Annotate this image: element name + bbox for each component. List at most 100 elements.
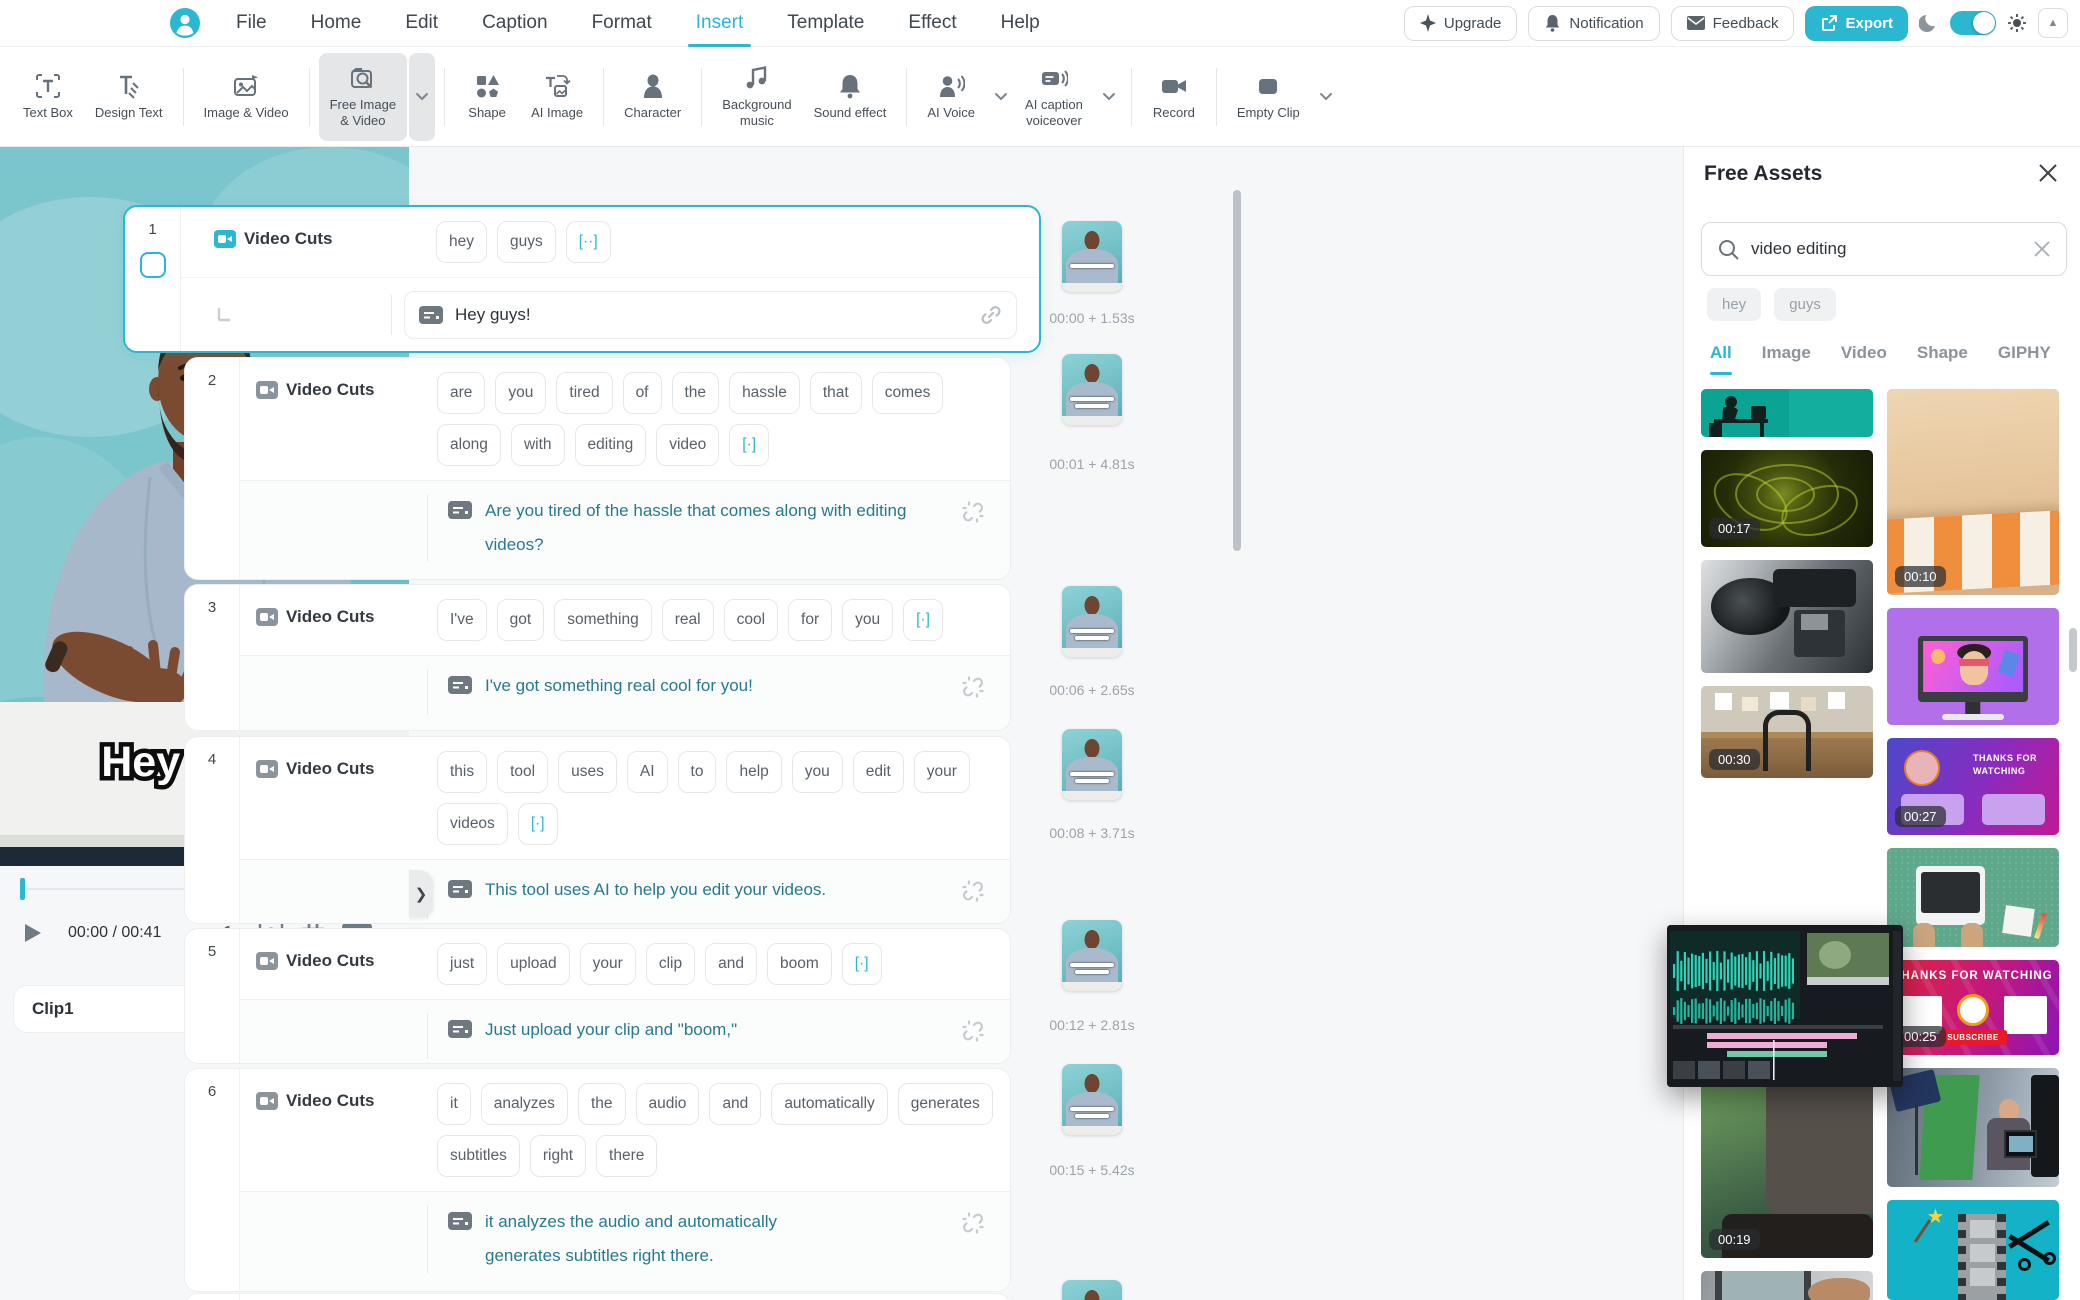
- unlink-icon[interactable]: [962, 1212, 984, 1234]
- pause-chip[interactable]: [·]: [518, 803, 558, 845]
- menu-help[interactable]: Help: [1001, 0, 1040, 47]
- word-chip[interactable]: you: [792, 751, 843, 793]
- menu-edit[interactable]: Edit: [405, 0, 438, 47]
- word-chip[interactable]: there: [596, 1135, 657, 1177]
- word-chip[interactable]: help: [726, 751, 781, 793]
- asset-camera-bw[interactable]: [1701, 560, 1873, 673]
- word-chip[interactable]: edit: [853, 751, 904, 793]
- word-chip[interactable]: the: [578, 1083, 626, 1125]
- asset-editing-clipart[interactable]: ★: [1887, 1200, 2059, 1300]
- upgrade-button[interactable]: Upgrade: [1404, 6, 1518, 41]
- word-chip[interactable]: that: [810, 372, 862, 414]
- collapse-topbar-button[interactable]: ▲: [2038, 8, 2068, 38]
- clip-thumbnail-3[interactable]: [1062, 586, 1122, 657]
- unlink-icon[interactable]: [962, 880, 984, 902]
- pause-chip[interactable]: [·]: [903, 599, 943, 641]
- pause-chip[interactable]: [·]: [729, 424, 769, 466]
- caption-body[interactable]: it analyzes the audio and automaticallyg…: [427, 1205, 1010, 1273]
- word-chip[interactable]: real: [662, 599, 714, 641]
- asset-search-input[interactable]: [1751, 239, 2022, 259]
- tool-ai-voice[interactable]: AI Voice: [916, 53, 1014, 141]
- caption-input[interactable]: Hey guys!: [404, 291, 1017, 339]
- word-chip[interactable]: something: [554, 599, 652, 641]
- tool-background-music[interactable]: Background music: [711, 53, 802, 141]
- word-chip[interactable]: I've: [437, 599, 487, 641]
- word-chip[interactable]: hassle: [729, 372, 800, 414]
- expand-panel-handle[interactable]: ❯: [409, 870, 433, 918]
- word-chip[interactable]: editing: [575, 424, 647, 466]
- word-chip[interactable]: of: [623, 372, 662, 414]
- asset-beach-towel[interactable]: 00:10: [1887, 389, 2059, 595]
- word-chip[interactable]: hey: [436, 221, 487, 263]
- word-chip[interactable]: video: [656, 424, 719, 466]
- chevron-down-icon[interactable]: [988, 53, 1014, 141]
- word-chip[interactable]: analyzes: [481, 1083, 568, 1125]
- tool-record[interactable]: Record: [1141, 53, 1207, 141]
- word-chip[interactable]: cool: [724, 599, 778, 641]
- unlink-icon[interactable]: [962, 1020, 984, 1042]
- menu-format[interactable]: Format: [592, 0, 652, 47]
- word-chip[interactable]: videos: [437, 803, 508, 845]
- cut-row-6[interactable]: 6 Video Cuts itanalyzestheaudioandautoma…: [184, 1068, 1011, 1292]
- word-chip[interactable]: uses: [558, 751, 617, 793]
- word-chip[interactable]: to: [678, 751, 717, 793]
- clip-thumbnail-5[interactable]: [1062, 920, 1122, 991]
- clip-thumbnail-7[interactable]: [1062, 1280, 1122, 1300]
- word-chip[interactable]: are: [437, 372, 485, 414]
- tool-empty-clip[interactable]: Empty Clip: [1226, 53, 1339, 141]
- menu-home[interactable]: Home: [311, 0, 362, 47]
- close-panel-icon[interactable]: [2038, 163, 2058, 183]
- word-chip[interactable]: got: [497, 599, 545, 641]
- tool-ai-image[interactable]: AI Image: [520, 53, 594, 141]
- theme-toggle[interactable]: [1950, 11, 1996, 35]
- tool-free-image-video[interactable]: Free Image & Video: [319, 53, 435, 141]
- feedback-button[interactable]: Feedback: [1671, 6, 1795, 41]
- word-chip[interactable]: AI: [627, 751, 668, 793]
- link-icon[interactable]: [980, 304, 1002, 326]
- word-chip[interactable]: along: [437, 424, 501, 466]
- asset-laptop-green[interactable]: [1887, 848, 2059, 947]
- tab-image[interactable]: Image: [1762, 343, 1811, 375]
- clip-thumbnail-6[interactable]: [1062, 1064, 1122, 1135]
- menu-insert[interactable]: Insert: [696, 0, 744, 47]
- word-chip[interactable]: generates: [898, 1083, 993, 1125]
- tool-text-box[interactable]: Text Box: [12, 53, 84, 141]
- cut-row-1[interactable]: 1 Video Cuts heyguys[··] Hey guys!: [123, 205, 1041, 353]
- panel-scrollbar[interactable]: [2069, 628, 2077, 672]
- word-chip[interactable]: comes: [872, 372, 944, 414]
- word-chip[interactable]: just: [437, 943, 487, 985]
- search-tag-guys[interactable]: guys: [1774, 288, 1836, 321]
- menu-effect[interactable]: Effect: [908, 0, 956, 47]
- menu-caption[interactable]: Caption: [482, 0, 548, 47]
- tab-video[interactable]: Video: [1841, 343, 1887, 375]
- pause-chip[interactable]: [·]: [842, 943, 882, 985]
- tab-all[interactable]: All: [1710, 343, 1732, 375]
- word-chip[interactable]: you: [495, 372, 546, 414]
- asset-workshop[interactable]: 00:30: [1701, 686, 1873, 778]
- account-avatar-icon[interactable]: [170, 8, 200, 38]
- clip-thumbnail-2[interactable]: [1062, 354, 1122, 425]
- cut-row-4[interactable]: 4 Video Cuts thistoolusesAItohelpyouedit…: [184, 736, 1011, 924]
- cut-row-2[interactable]: 2 Video Cuts areyoutiredofthehasslethatc…: [184, 357, 1011, 580]
- row-checkbox[interactable]: [140, 252, 166, 278]
- clear-search-icon[interactable]: [2034, 241, 2050, 257]
- asset-fractal[interactable]: 00:17: [1701, 450, 1873, 547]
- caption-body[interactable]: Are you tired of the hassle that comes a…: [427, 494, 1010, 562]
- word-chip[interactable]: tool: [497, 751, 548, 793]
- word-chip[interactable]: guys: [497, 221, 556, 263]
- unlink-icon[interactable]: [962, 501, 984, 523]
- chevron-down-icon[interactable]: [409, 53, 435, 141]
- asset-thanks-red[interactable]: THANKS FOR WATCHINGSUBSCRIBE00:25: [1887, 960, 2059, 1055]
- menu-file[interactable]: File: [236, 0, 267, 47]
- cut-row-3[interactable]: 3 Video Cuts I'vegotsomethingrealcoolfor…: [184, 584, 1011, 731]
- word-chip[interactable]: your: [580, 943, 636, 985]
- playhead[interactable]: [20, 878, 25, 900]
- clip-thumbnail-1[interactable]: [1062, 221, 1122, 292]
- search-tag-hey[interactable]: hey: [1707, 288, 1761, 321]
- word-chip[interactable]: with: [511, 424, 565, 466]
- caption-body[interactable]: This tool uses AI to help you edit your …: [427, 873, 1010, 919]
- play-button[interactable]: [24, 923, 42, 943]
- cut-row-5[interactable]: 5 Video Cuts justuploadyourclipandboom[·…: [184, 928, 1011, 1064]
- asset-illustration-desk[interactable]: [1701, 389, 1873, 437]
- asset-thanks-purple[interactable]: THANKS FOR WATCHING00:27: [1887, 738, 2059, 835]
